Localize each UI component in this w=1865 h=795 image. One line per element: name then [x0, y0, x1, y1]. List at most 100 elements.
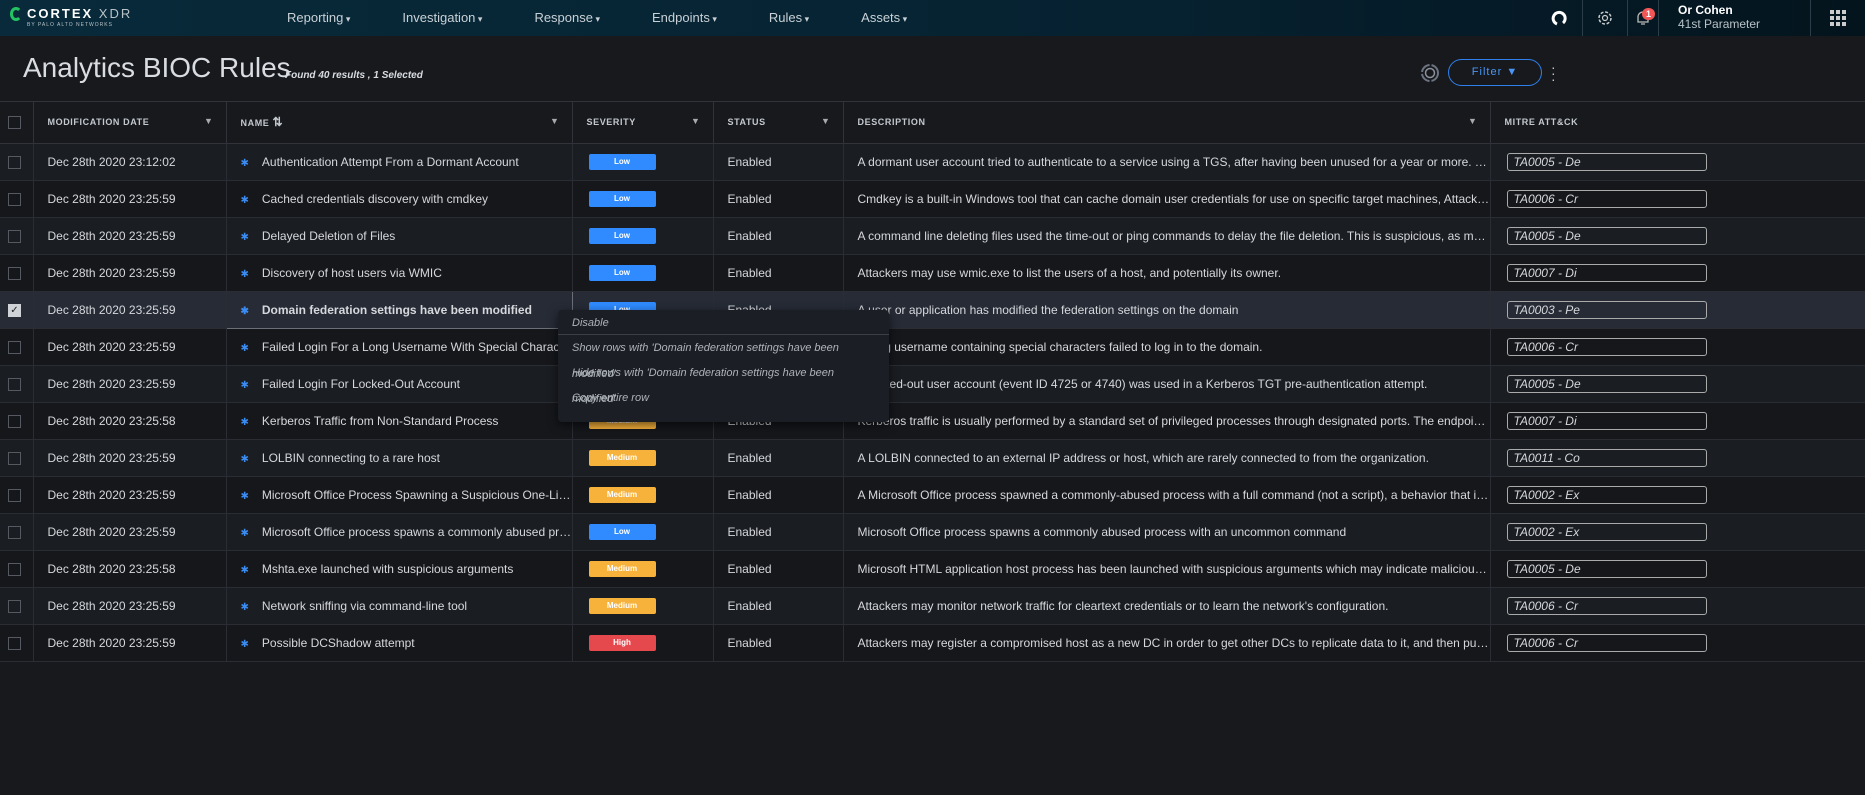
row-checkbox[interactable] [8, 340, 21, 354]
modification-date: Dec 28th 2020 23:25:59 [33, 180, 227, 218]
settings-gear-icon[interactable] [1582, 0, 1627, 36]
nav-assets[interactable]: Assets [861, 0, 907, 36]
rule-name-cell[interactable]: ✱ Delayed Deletion of Files [226, 217, 573, 255]
column-modification-date[interactable]: MODIFICATION DATE ▼ [33, 102, 227, 144]
table-row[interactable]: ✓ Dec 28th 2020 23:25:59 ✱ Domain federat… [0, 290, 1865, 329]
rule-name-cell[interactable]: ✱ Mshta.exe launched with suspicious argu… [226, 550, 573, 588]
row-checkbox[interactable] [8, 636, 21, 650]
rule-name-cell[interactable]: ✱ Cached credentials discovery with cmdke… [226, 180, 573, 218]
menu-item-copy-row[interactable]: Copy entire row [558, 385, 889, 410]
row-checkbox[interactable] [8, 599, 21, 613]
mitre-tag[interactable]: TA0007 - Di [1506, 411, 1707, 430]
row-checkbox[interactable] [8, 266, 21, 280]
column-filter-icon[interactable]: ▼ [821, 116, 831, 126]
column-filter-icon[interactable]: ▼ [204, 116, 214, 126]
mitre-tag[interactable]: TA0007 - Di [1506, 263, 1707, 282]
row-checkbox[interactable] [8, 155, 21, 169]
mitre-tag[interactable]: TA0006 - Cr [1506, 596, 1707, 615]
mitre-tag[interactable]: TA0005 - De [1506, 152, 1707, 171]
table-row[interactable]: Dec 28th 2020 23:25:59 ✱ Discovery of hos… [0, 254, 1865, 292]
mitre-tag[interactable]: TA0011 - Co [1506, 448, 1707, 467]
column-description[interactable]: DESCRIPTION ▼ [843, 102, 1491, 144]
modification-date: Dec 28th 2020 23:25:59 [33, 254, 227, 292]
nav-rules[interactable]: Rules [769, 0, 809, 36]
mitre-tag[interactable]: TA0006 - Cr [1506, 189, 1707, 208]
rule-name-cell[interactable]: ✱ Domain federation settings have been mo… [225, 290, 573, 329]
rule-name-cell[interactable]: ✱ Failed Login For Locked-Out Account [226, 365, 573, 403]
rule-name-cell[interactable]: ✱ Microsoft Office process spawns a commo… [226, 513, 573, 551]
table-row[interactable]: Dec 28th 2020 23:25:59 ✱ Microsoft Office… [0, 513, 1865, 551]
mitre-tag[interactable]: TA0006 - Cr [1506, 337, 1707, 356]
row-checkbox[interactable] [8, 192, 21, 206]
mitre-tag[interactable]: TA0003 - Pe [1506, 300, 1707, 319]
table-row[interactable]: Dec 28th 2020 23:25:59 ✱ Network sniffing… [0, 587, 1865, 625]
cortex-xdr-logo[interactable]: CORTEX XDR BY PALO ALTO NETWORKS [10, 6, 132, 28]
rule-name-cell[interactable]: ✱ Possible DCShadow attempt [226, 624, 573, 662]
more-options-icon[interactable]: · · · [1551, 60, 1556, 86]
row-select-cell [0, 180, 34, 218]
sort-icon[interactable]: ⇅ [273, 115, 284, 129]
modification-date: Dec 28th 2020 23:25:59 [33, 439, 227, 477]
menu-item-disable[interactable]: Disable [558, 310, 889, 335]
menu-item-show-rows[interactable]: Show rows with 'Domain federation settin… [558, 335, 889, 380]
row-select-cell [0, 513, 34, 551]
mitre-tag[interactable]: TA0002 - Ex [1506, 522, 1707, 541]
row-checkbox[interactable] [8, 414, 21, 428]
filter-button[interactable]: Filter ▼ [1448, 59, 1542, 86]
mitre-tag[interactable]: TA0005 - De [1506, 559, 1707, 578]
nav-response[interactable]: Response [534, 0, 600, 36]
rule-name-cell[interactable]: ✱ LOLBIN connecting to a rare host [226, 439, 573, 477]
rule-name-cell[interactable]: ✱ Microsoft Office Process Spawning a Sus… [226, 476, 573, 514]
row-checkbox[interactable] [8, 451, 21, 465]
nav-investigation[interactable]: Investigation [402, 0, 482, 36]
row-checkbox[interactable] [8, 488, 21, 502]
row-checkbox[interactable] [8, 377, 21, 391]
severity-cell: Medium [572, 476, 714, 514]
column-filter-icon[interactable]: ▼ [1468, 116, 1478, 126]
rule-name-cell[interactable]: ✱ Failed Login For a Long Username With S… [226, 328, 573, 366]
table-row[interactable]: Dec 28th 2020 23:25:58 ✱ Kerberos Traffic… [0, 402, 1865, 440]
column-status[interactable]: STATUS ▼ [713, 102, 844, 144]
row-checkbox[interactable] [8, 229, 21, 243]
nav-endpoints[interactable]: Endpoints [652, 0, 717, 36]
column-label: DESCRIPTION [857, 117, 926, 128]
table-row[interactable]: Dec 28th 2020 23:25:59 ✱ Possible DCShado… [0, 624, 1865, 662]
apps-grid-icon[interactable] [1810, 0, 1865, 36]
rule-name-cell[interactable]: ✱ Network sniffing via command-line tool [226, 587, 573, 625]
analytics-star-icon: ✱ [240, 231, 249, 243]
column-severity[interactable]: SEVERITY ▼ [572, 102, 714, 144]
notifications-bell-icon[interactable]: 1 [1627, 0, 1658, 36]
table-row[interactable]: Dec 28th 2020 23:12:02 ✱ Authentication A… [0, 143, 1865, 181]
column-name[interactable]: NAME ⇅ ▼ [226, 102, 573, 144]
table-row[interactable]: Dec 28th 2020 23:25:59 ✱ Cached credentia… [0, 180, 1865, 218]
column-mitre[interactable]: MITRE ATT&CK [1490, 102, 1865, 144]
column-filter-icon[interactable]: ▼ [691, 116, 701, 126]
status: Enabled [713, 180, 844, 218]
table-row[interactable]: Dec 28th 2020 23:25:58 ✱ Mshta.exe launch… [0, 550, 1865, 588]
mitre-tag[interactable]: TA0006 - Cr [1506, 633, 1707, 652]
nav-reporting[interactable]: Reporting [287, 0, 350, 36]
row-checkbox[interactable]: ✓ [8, 303, 21, 317]
severity-cell: Low [572, 217, 714, 255]
table-row[interactable]: Dec 28th 2020 23:25:59 ✱ Failed Login For… [0, 328, 1865, 366]
column-filter-icon[interactable]: ▼ [550, 116, 560, 126]
mitre-tag[interactable]: TA0002 - Ex [1506, 485, 1707, 504]
severity-badge: Low [588, 191, 656, 207]
refresh-icon[interactable] [1420, 63, 1440, 88]
rule-name-cell[interactable]: ✱ Kerberos Traffic from Non-Standard Proc… [226, 402, 573, 440]
row-checkbox[interactable] [8, 562, 21, 576]
help-icon[interactable] [1537, 0, 1582, 36]
select-all-checkbox[interactable] [8, 115, 21, 129]
row-checkbox[interactable] [8, 525, 21, 539]
table-row[interactable]: Dec 28th 2020 23:25:59 ✱ Failed Login For… [0, 365, 1865, 403]
table-row[interactable]: Dec 28th 2020 23:25:59 ✱ LOLBIN connectin… [0, 439, 1865, 477]
mitre-tag[interactable]: TA0005 - De [1506, 374, 1707, 393]
user-menu[interactable]: Or Cohen 41st Parameter [1658, 0, 1810, 36]
mitre-tag[interactable]: TA0005 - De [1506, 226, 1707, 245]
rule-name-cell[interactable]: ✱ Authentication Attempt From a Dormant A… [226, 143, 573, 181]
table-row[interactable]: Dec 28th 2020 23:25:59 ✱ Microsoft Office… [0, 476, 1865, 514]
menu-item-hide-rows[interactable]: Hide rows with 'Domain federation settin… [558, 360, 889, 405]
rule-name-cell[interactable]: ✱ Discovery of host users via WMIC [226, 254, 573, 292]
modification-date: Dec 28th 2020 23:12:02 [33, 143, 227, 181]
table-row[interactable]: Dec 28th 2020 23:25:59 ✱ Delayed Deletion… [0, 217, 1865, 255]
